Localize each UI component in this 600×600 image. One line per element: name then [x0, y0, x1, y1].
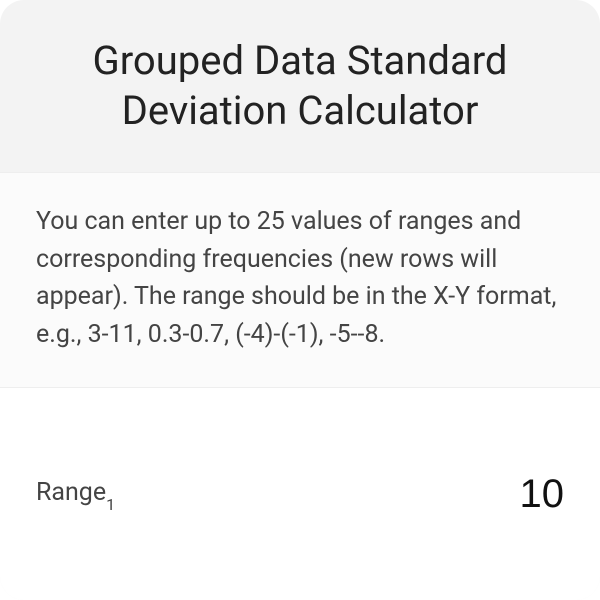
range-label-subscript: 1: [106, 495, 115, 514]
range-label-base: Range: [36, 478, 106, 507]
description-block: You can enter up to 25 values of ranges …: [0, 172, 600, 387]
calculator-card: Grouped Data Standard Deviation Calculat…: [0, 0, 600, 600]
range-label: Range1: [36, 478, 115, 510]
range-input[interactable]: [404, 472, 564, 517]
card-header: Grouped Data Standard Deviation Calculat…: [0, 0, 600, 172]
page-title: Grouped Data Standard Deviation Calculat…: [40, 36, 560, 136]
description-text: You can enter up to 25 values of ranges …: [36, 203, 564, 353]
input-row: Range1: [0, 387, 600, 600]
